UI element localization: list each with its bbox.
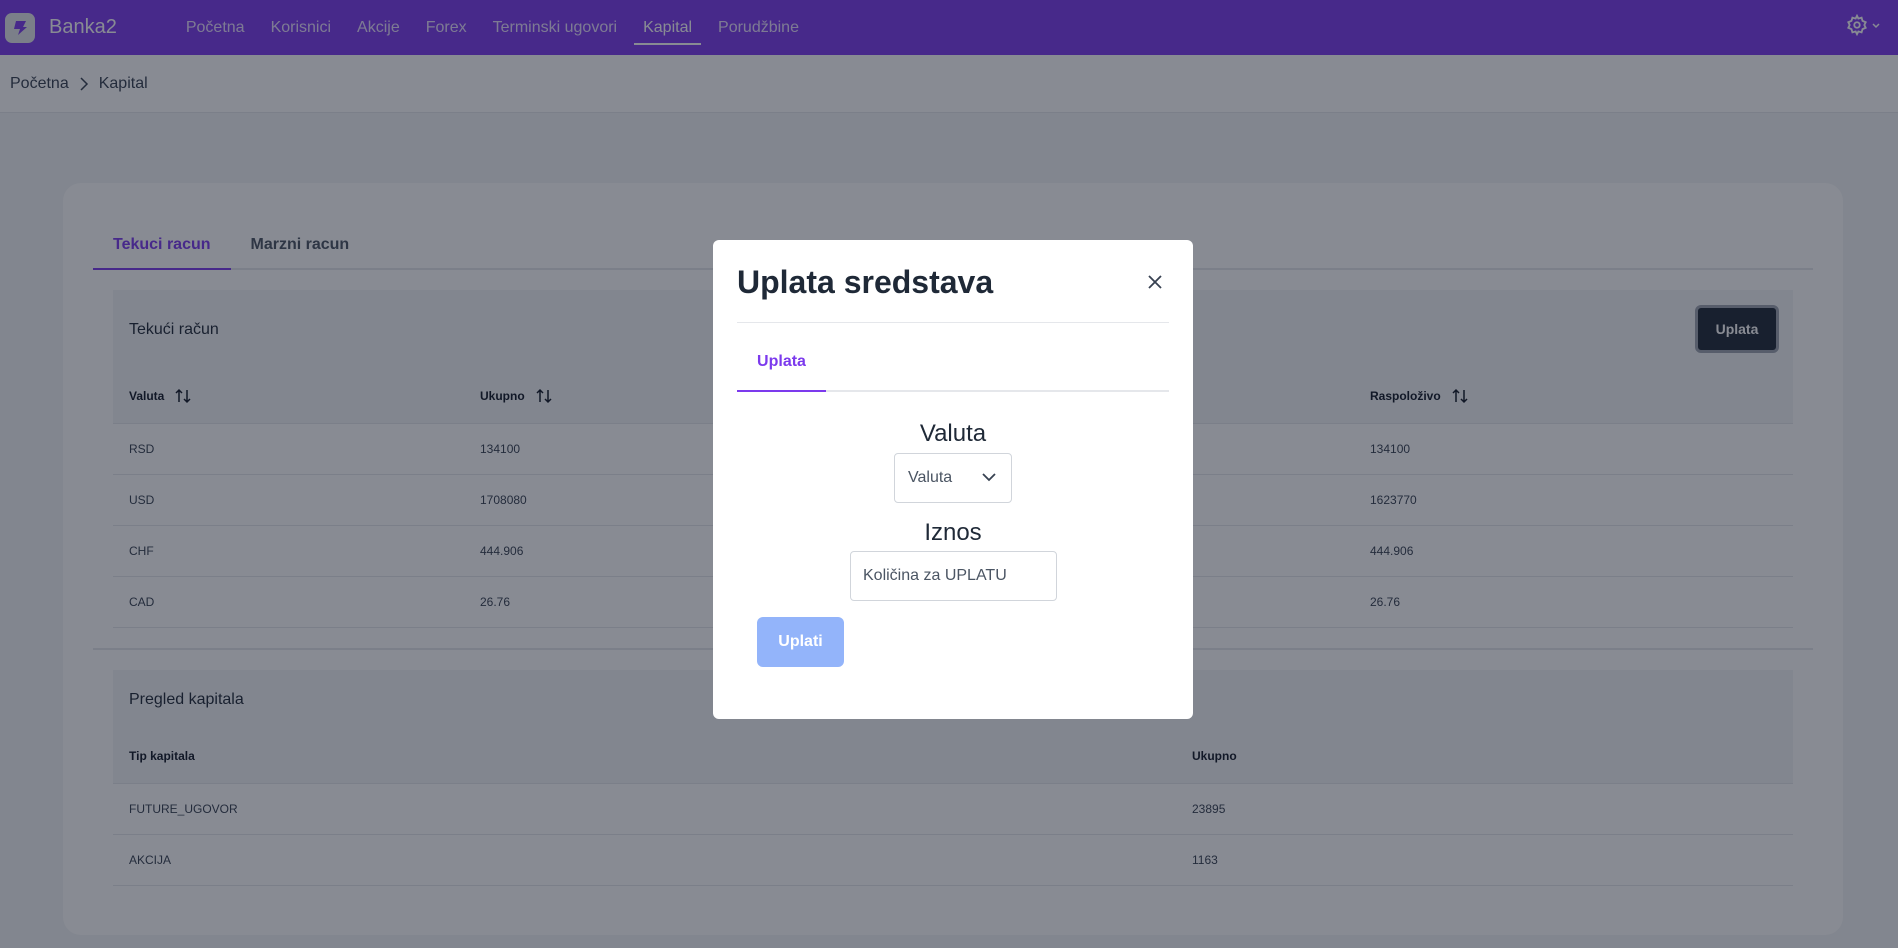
modal-title: Uplata sredstava: [737, 264, 994, 300]
iznos-input[interactable]: [850, 551, 1057, 601]
uplata-modal: Uplata sredstava Uplata Valuta Valuta Iz…: [713, 240, 1193, 719]
valuta-select[interactable]: Valuta: [894, 453, 1012, 503]
chevron-down-icon: [981, 471, 997, 483]
valuta-label: Valuta: [919, 420, 987, 447]
tab-uplata[interactable]: Uplata: [737, 353, 826, 392]
uplati-button[interactable]: Uplati: [757, 617, 844, 667]
close-button[interactable]: [1145, 272, 1165, 292]
close-icon: [1148, 275, 1162, 289]
iznos-label: Iznos: [924, 519, 982, 546]
valuta-select-value: Valuta: [908, 469, 953, 486]
modal-tabs: Uplata: [737, 353, 1169, 392]
modal-divider: [737, 322, 1169, 323]
